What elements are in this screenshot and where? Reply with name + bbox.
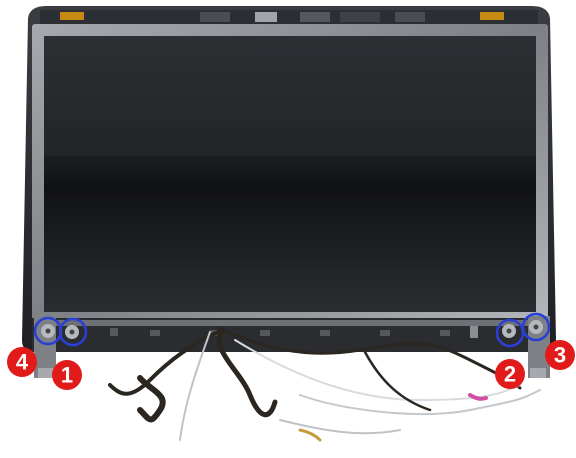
svg-text:1: 1 — [61, 363, 73, 388]
screw-3 — [529, 320, 543, 334]
svg-text:2: 2 — [504, 362, 516, 387]
svg-text:3: 3 — [554, 343, 566, 368]
svg-text:4: 4 — [16, 350, 29, 375]
bottom-bracket-strip — [32, 318, 548, 352]
screw-4 — [41, 324, 55, 338]
callout-2: 2 — [495, 359, 525, 389]
screw-2 — [502, 324, 516, 338]
callout-3: 3 — [545, 340, 575, 370]
screw-1 — [65, 325, 79, 339]
top-connector-strip — [40, 10, 538, 26]
callout-1: 1 — [52, 360, 82, 390]
callout-4: 4 — [7, 347, 37, 377]
panel-reflection — [44, 36, 536, 156]
display-assembly-figure: 4 1 2 3 — [7, 6, 575, 442]
